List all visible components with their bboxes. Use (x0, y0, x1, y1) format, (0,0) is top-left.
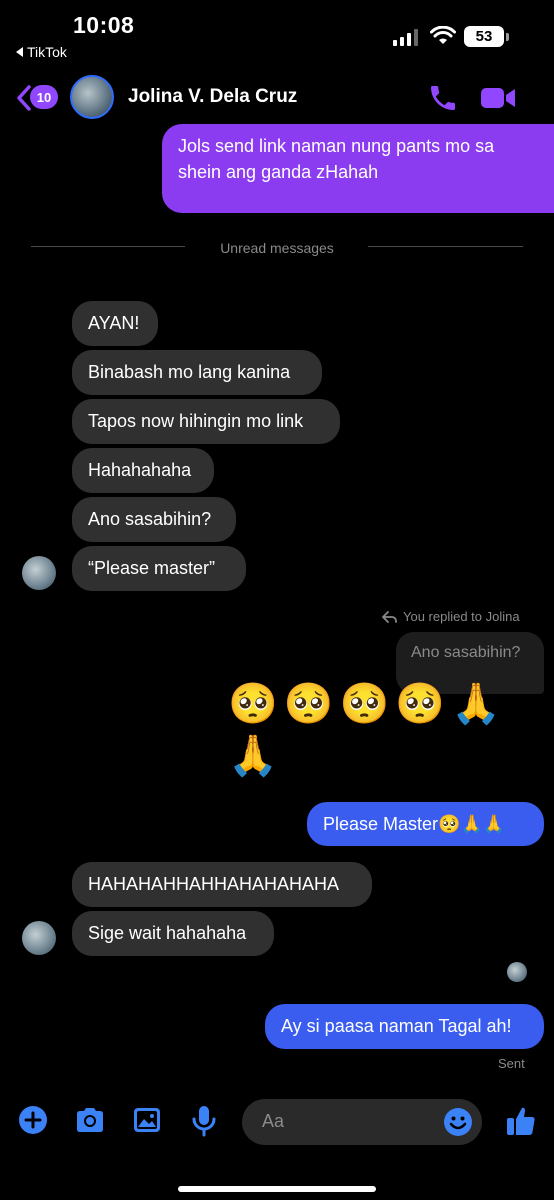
status-time: 10:08 (73, 12, 135, 38)
sent-message-bubble[interactable]: Jols send link naman nung pants mo sa sh… (162, 124, 554, 213)
sender-avatar[interactable] (22, 921, 56, 955)
replied-note-text: You replied to Jolina (403, 609, 520, 624)
back-to-app-link[interactable]: TikTok (16, 44, 67, 60)
microphone-icon[interactable] (191, 1105, 217, 1137)
sent-message-bubble[interactable]: Ay si paasa naman Tagal ah! (265, 1004, 544, 1049)
message-input-placeholder: Aa (262, 1111, 285, 1131)
cellular-signal-icon (393, 28, 418, 46)
message-line: Jols send link naman nung pants mo sa (178, 136, 495, 156)
received-message-bubble[interactable]: “Please master” (72, 546, 246, 591)
received-message-bubble[interactable]: AYAN! (72, 301, 158, 346)
message-line: shein ang ganda zHahah (178, 162, 379, 182)
gallery-icon[interactable] (132, 1105, 162, 1135)
unread-messages-divider: Unread messages (220, 240, 334, 256)
sent-message-bubble[interactable]: Please Master🥺🙏🙏 (307, 802, 544, 846)
battery-indicator: 53 (464, 26, 504, 47)
received-message-bubble[interactable]: Ano sasabihin? (72, 497, 236, 542)
received-message-bubble[interactable]: Hahahahaha (72, 448, 214, 493)
sender-avatar[interactable] (22, 556, 56, 590)
unread-count-badge[interactable]: 10 (30, 85, 58, 109)
read-receipt-avatar (507, 962, 527, 982)
received-message-bubble[interactable]: HAHAHAHHAHHAHAHAHAHA (72, 862, 372, 907)
back-triangle-icon (16, 47, 23, 57)
wifi-icon (430, 26, 456, 44)
sent-status: Sent (498, 1056, 525, 1071)
received-message-bubble[interactable]: Tapos now hihingin mo link (72, 399, 340, 444)
phone-call-icon[interactable] (427, 82, 459, 114)
emoji-message[interactable]: 🙏 (228, 730, 284, 782)
plus-icon[interactable] (18, 1105, 48, 1135)
received-message-bubble[interactable]: Binabash mo lang kanina (72, 350, 322, 395)
contact-avatar[interactable] (70, 75, 114, 119)
battery-tip (506, 33, 509, 41)
home-indicator (178, 1186, 376, 1192)
video-call-icon[interactable] (480, 86, 516, 110)
contact-name[interactable]: Jolina V. Dela Cruz (128, 86, 297, 108)
like-thumbs-up-icon[interactable] (505, 1105, 537, 1137)
back-app-label: TikTok (27, 44, 67, 60)
camera-icon[interactable] (74, 1105, 106, 1135)
received-message-bubble[interactable]: Sige wait hahahaha (72, 911, 274, 956)
reply-arrow-icon (382, 610, 397, 623)
reply-context: You replied to Jolina (382, 609, 520, 624)
emoji-icon[interactable] (443, 1107, 473, 1137)
